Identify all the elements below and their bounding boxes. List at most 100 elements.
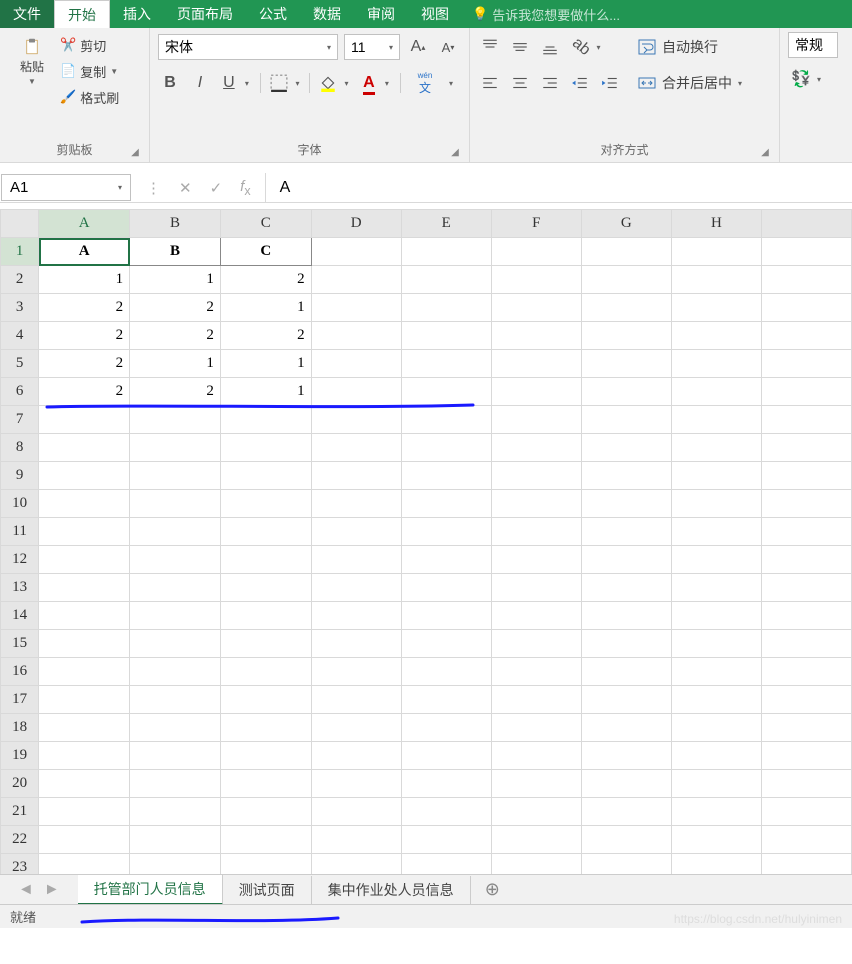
cell-D9[interactable] — [311, 462, 401, 490]
row-header-15[interactable]: 15 — [1, 630, 39, 658]
cell-C19[interactable] — [220, 742, 311, 770]
cell-A16[interactable] — [39, 658, 130, 686]
cell-G21[interactable] — [581, 798, 671, 826]
cell-H18[interactable] — [671, 714, 761, 742]
row-header-12[interactable]: 12 — [1, 546, 39, 574]
fx-icon[interactable]: fx — [240, 178, 250, 198]
cell-D17[interactable] — [311, 686, 401, 714]
fill-color-button[interactable]: ▾ — [316, 71, 352, 95]
cell-F3[interactable] — [491, 294, 581, 322]
cell-B8[interactable] — [130, 434, 221, 462]
format-painter-button[interactable]: 🖌️ 格式刷 — [56, 84, 123, 110]
number-format-select[interactable]: 常规 — [788, 32, 838, 58]
cell-A10[interactable] — [39, 490, 130, 518]
cell-E9[interactable] — [401, 462, 491, 490]
cell-extra-10[interactable] — [761, 490, 851, 518]
cell-G9[interactable] — [581, 462, 671, 490]
cell-B17[interactable] — [130, 686, 221, 714]
cell-A12[interactable] — [39, 546, 130, 574]
cell-extra-20[interactable] — [761, 770, 851, 798]
cell-F23[interactable] — [491, 854, 581, 875]
cell-H17[interactable] — [671, 686, 761, 714]
cell-extra-4[interactable] — [761, 322, 851, 350]
cell-G6[interactable] — [581, 378, 671, 406]
cell-C23[interactable] — [220, 854, 311, 875]
cell-F12[interactable] — [491, 546, 581, 574]
cell-B10[interactable] — [130, 490, 221, 518]
cell-G8[interactable] — [581, 434, 671, 462]
cell-B16[interactable] — [130, 658, 221, 686]
cell-C4[interactable]: 2 — [220, 322, 311, 350]
tab-review[interactable]: 审阅 — [354, 0, 408, 28]
cell-G2[interactable] — [581, 266, 671, 294]
cell-B3[interactable]: 2 — [130, 294, 221, 322]
row-header-18[interactable]: 18 — [1, 714, 39, 742]
tab-data[interactable]: 数据 — [300, 0, 354, 28]
cell-D23[interactable] — [311, 854, 401, 875]
cell-A19[interactable] — [39, 742, 130, 770]
row-header-9[interactable]: 9 — [1, 462, 39, 490]
clipboard-dialog-launcher[interactable]: ◢ — [129, 146, 141, 158]
cell-C11[interactable] — [220, 518, 311, 546]
sheet-tab-active[interactable]: 托管部门人员信息 — [78, 875, 223, 905]
cell-A21[interactable] — [39, 798, 130, 826]
cell-C3[interactable]: 1 — [220, 294, 311, 322]
cell-C22[interactable] — [220, 826, 311, 854]
font-dialog-launcher[interactable]: ◢ — [449, 146, 461, 158]
cell-B18[interactable] — [130, 714, 221, 742]
row-header-8[interactable]: 8 — [1, 434, 39, 462]
cell-F15[interactable] — [491, 630, 581, 658]
cell-H16[interactable] — [671, 658, 761, 686]
cell-F2[interactable] — [491, 266, 581, 294]
cell-D3[interactable] — [311, 294, 401, 322]
cell-B1[interactable]: B — [130, 238, 221, 266]
cell-D11[interactable] — [311, 518, 401, 546]
cell-F20[interactable] — [491, 770, 581, 798]
cell-A3[interactable]: 2 — [39, 294, 130, 322]
formula-bar[interactable]: A — [265, 173, 852, 202]
cell-A23[interactable] — [39, 854, 130, 875]
cell-D21[interactable] — [311, 798, 401, 826]
cell-C13[interactable] — [220, 574, 311, 602]
row-header-21[interactable]: 21 — [1, 798, 39, 826]
cell-extra-3[interactable] — [761, 294, 851, 322]
cell-F18[interactable] — [491, 714, 581, 742]
cell-C2[interactable]: 2 — [220, 266, 311, 294]
cell-H1[interactable] — [671, 238, 761, 266]
cell-E11[interactable] — [401, 518, 491, 546]
cell-extra-21[interactable] — [761, 798, 851, 826]
cell-E10[interactable] — [401, 490, 491, 518]
cell-G19[interactable] — [581, 742, 671, 770]
cell-D13[interactable] — [311, 574, 401, 602]
row-header-19[interactable]: 19 — [1, 742, 39, 770]
row-header-16[interactable]: 16 — [1, 658, 39, 686]
cell-extra-15[interactable] — [761, 630, 851, 658]
cell-C17[interactable] — [220, 686, 311, 714]
cell-H3[interactable] — [671, 294, 761, 322]
merge-center-button[interactable]: 合并后居中 ▾ — [634, 68, 746, 98]
cell-A14[interactable] — [39, 602, 130, 630]
row-header-7[interactable]: 7 — [1, 406, 39, 434]
cell-F13[interactable] — [491, 574, 581, 602]
cell-D2[interactable] — [311, 266, 401, 294]
cell-C18[interactable] — [220, 714, 311, 742]
cut-button[interactable]: ✂️ 剪切 — [56, 32, 123, 58]
sheet-tab-2[interactable]: 测试页面 — [223, 876, 312, 904]
cell-H12[interactable] — [671, 546, 761, 574]
font-size-select[interactable]: 11 ▾ — [344, 34, 400, 60]
tab-formula[interactable]: 公式 — [246, 0, 300, 28]
currency-button[interactable]: 💱▾ — [788, 67, 824, 91]
cell-E22[interactable] — [401, 826, 491, 854]
cell-H11[interactable] — [671, 518, 761, 546]
cell-E3[interactable] — [401, 294, 491, 322]
cell-D5[interactable] — [311, 350, 401, 378]
cell-B14[interactable] — [130, 602, 221, 630]
row-header-2[interactable]: 2 — [1, 266, 39, 294]
cell-extra-13[interactable] — [761, 574, 851, 602]
cell-A20[interactable] — [39, 770, 130, 798]
cell-E5[interactable] — [401, 350, 491, 378]
cell-extra-14[interactable] — [761, 602, 851, 630]
cell-E19[interactable] — [401, 742, 491, 770]
align-top-button[interactable] — [478, 35, 502, 59]
cell-B19[interactable] — [130, 742, 221, 770]
